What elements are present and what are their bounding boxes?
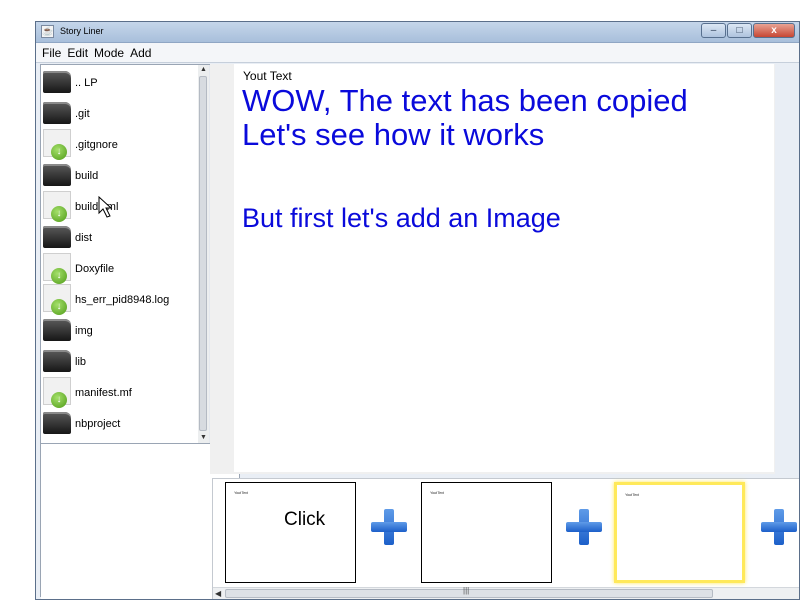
file-name: Doxyfile [75,262,115,275]
menu-edit[interactable]: Edit [67,46,88,60]
file-name: .gitgnore [75,138,118,151]
file-row-lib[interactable]: lib [41,344,201,375]
file-row-lp[interactable]: .. LP [41,65,201,96]
file-row-manifest[interactable]: ↓ manifest.mf [41,375,201,408]
java-app-icon: ☕ [41,25,54,38]
file-list-scrollbar[interactable]: ▲ ▼ [198,65,209,443]
slide-mini-text: Yout Text [430,490,444,495]
add-slide-plus-icon[interactable] [566,509,602,545]
slide-mini-text: Yout Text [234,490,248,495]
file-name: lib [75,355,87,368]
editor-area: Yout Text WOW, The text has been copied … [210,64,775,474]
menu-add[interactable]: Add [130,46,151,60]
editor-line: WOW, The text has been copied [242,83,688,118]
scroll-grip-icon: ||| [463,586,470,595]
editor-line: But first let's add an Image [242,203,561,233]
folder-icon [43,411,71,434]
slide-thumbnail[interactable]: Yout Text [421,482,552,583]
folder-icon [43,163,71,186]
file-name: hs_err_pid8948.log [75,293,170,306]
slide-text: Click [284,509,326,530]
slide-mini-text: Yout Text [625,492,639,497]
file-icon: ↓ [43,376,71,408]
mouse-cursor-icon [98,196,113,218]
file-name: nbproject [75,417,121,430]
file-name: dist [75,231,93,244]
folder-icon [43,70,71,93]
file-icon: ↓ [43,252,71,284]
scroll-down-arrow-icon[interactable]: ▼ [198,433,209,443]
file-row-git[interactable]: .git [41,96,201,127]
folder-icon [43,101,71,124]
menu-mode[interactable]: Mode [94,46,124,60]
scroll-up-arrow-icon[interactable]: ▲ [198,65,209,75]
file-row-hs-err-log[interactable]: ↓ hs_err_pid8948.log [41,282,201,315]
editor-label: Yout Text [243,69,292,83]
folder-icon [43,349,71,372]
file-name: .. LP [75,76,98,89]
window-controls: – □ x [700,23,795,39]
scroll-left-arrow-icon[interactable]: ◀ [215,588,221,599]
file-row-img[interactable]: img [41,313,201,344]
folder-icon [43,225,71,248]
menu-bar: File Edit Mode Add [36,43,799,63]
menu-file[interactable]: File [42,46,61,60]
app-window: ☕ Story Liner – □ x File Edit Mode Add .… [35,21,800,600]
file-name: .git [75,107,90,120]
slide-strip: Yout Text Click Yout Text Yout Text ◀ ||… [212,478,799,599]
file-icon: ↓ [43,283,71,315]
scrollbar-thumb[interactable] [199,76,207,431]
slide-strip-scrollbar[interactable]: ◀ ||| [213,586,799,599]
folder-icon [43,318,71,341]
file-row-nbproject[interactable]: nbproject [41,406,201,437]
file-row-doxyfile[interactable]: ↓ Doxyfile [41,251,201,284]
slide-thumbnail-selected[interactable]: Yout Text [614,482,745,583]
window-title: Story Liner [60,26,104,36]
text-editor[interactable]: Yout Text WOW, The text has been copied … [234,64,774,472]
minimize-button[interactable]: – [701,23,726,38]
slide-thumbnail[interactable]: Yout Text Click [225,482,356,583]
file-row-build[interactable]: build [41,158,201,189]
file-row-gitgnore[interactable]: ↓ .gitgnore [41,127,201,160]
maximize-button[interactable]: □ [727,23,752,38]
file-list: .. LP .git ↓ .gitgnore build ↓ build.xml d… [41,65,201,443]
file-row-dist[interactable]: dist [41,220,201,251]
title-bar[interactable]: ☕ Story Liner – □ x [36,22,799,43]
add-slide-plus-icon[interactable] [761,509,797,545]
add-slide-plus-icon[interactable] [371,509,407,545]
file-name: img [75,324,93,337]
editor-line: Let's see how it works [242,117,545,152]
file-name: build [75,169,99,182]
close-button[interactable]: x [753,23,795,38]
file-icon: ↓ [43,190,71,222]
file-icon: ↓ [43,128,71,160]
file-row-build-xml[interactable]: ↓ build.xml [41,189,201,222]
file-name: manifest.mf [75,386,132,399]
